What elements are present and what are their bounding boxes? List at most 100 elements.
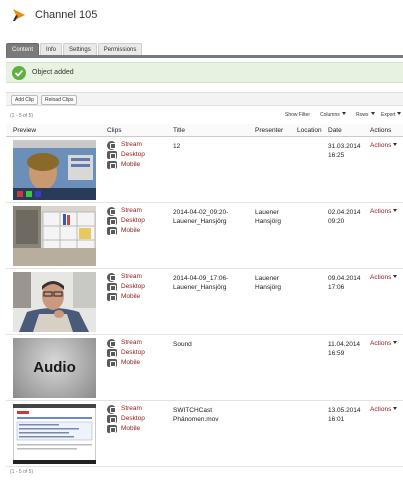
success-notice: Object added — [6, 62, 403, 83]
actions-menu[interactable]: Actions — [370, 406, 398, 413]
rows-label: Rows — [356, 112, 369, 118]
notice-message: Object added — [32, 69, 74, 76]
chevron-down-icon — [370, 112, 375, 115]
result-count-top: (1 - 5 of 5) — [10, 113, 34, 119]
desktop-icon — [107, 151, 117, 159]
presenter-line: Lauener — [255, 209, 279, 216]
stream-link[interactable]: Stream — [107, 404, 145, 414]
desktop-link[interactable]: Desktop — [107, 414, 145, 424]
title-line: Sound — [173, 341, 192, 348]
table-row: Stream Desktop Mobile 12 31.03.2014 16:25… — [6, 137, 403, 203]
mobile-link[interactable]: Mobile — [107, 226, 145, 236]
title-line: SWITCHCast — [173, 407, 212, 414]
date-line: 31.03.2014 — [328, 143, 361, 150]
desktop-icon — [107, 349, 117, 357]
desktop-label: Desktop — [121, 217, 145, 224]
stream-link[interactable]: Stream — [107, 338, 145, 348]
column-presenter[interactable]: Presenter — [255, 127, 283, 134]
stream-icon — [107, 141, 116, 150]
date-line: 13.05.2014 — [328, 407, 361, 414]
desktop-link[interactable]: Desktop — [107, 216, 145, 226]
person-thumbnail[interactable] — [13, 272, 96, 332]
clip-presenter: Lauener Hansjörg — [255, 274, 281, 292]
mobile-link[interactable]: Mobile — [107, 424, 145, 434]
mobile-link[interactable]: Mobile — [107, 160, 145, 170]
actions-label: Actions — [370, 406, 392, 413]
add-clip-button[interactable]: Add Clip — [11, 95, 38, 105]
actions-label: Actions — [370, 274, 392, 281]
mobile-icon — [107, 359, 117, 367]
column-clips[interactable]: Clips — [107, 127, 121, 134]
stream-label: Stream — [121, 207, 142, 214]
columns-menu[interactable]: Columns — [320, 112, 346, 118]
chevron-down-icon — [393, 209, 398, 212]
stream-link[interactable]: Stream — [107, 206, 145, 216]
desktop-label: Desktop — [121, 283, 145, 290]
mobile-icon — [107, 161, 117, 169]
landscape-thumbnail[interactable] — [13, 140, 96, 200]
mobile-link[interactable]: Mobile — [107, 292, 145, 302]
stream-icon — [107, 207, 116, 216]
column-title[interactable]: Title — [173, 127, 185, 134]
shelf-room-thumbnail[interactable] — [13, 206, 96, 266]
clip-links: Stream Desktop Mobile — [107, 140, 145, 170]
actions-menu[interactable]: Actions — [370, 208, 398, 215]
actions-label: Actions — [370, 208, 392, 215]
stream-label: Stream — [121, 141, 142, 148]
clip-presenter: Lauener Hansjörg — [255, 208, 281, 226]
column-preview[interactable]: Preview — [13, 127, 36, 134]
title-line: 2014-04-09_17:06- — [173, 275, 229, 282]
table-row: Stream Desktop Mobile 2014-04-09_17:06- L… — [6, 269, 403, 335]
stream-link[interactable]: Stream — [107, 272, 145, 282]
desktop-icon — [107, 217, 117, 225]
table-row: Stream Desktop Mobile SWITCHCast Phänomen… — [6, 401, 403, 467]
columns-label: Columns — [320, 112, 340, 118]
table-header: Preview Clips Title Presenter Location D… — [6, 124, 403, 137]
mobile-label: Mobile — [121, 227, 141, 234]
actions-menu[interactable]: Actions — [370, 274, 398, 281]
rows-menu[interactable]: Rows — [356, 112, 375, 118]
desktop-icon — [107, 415, 117, 423]
desktop-link[interactable]: Desktop — [107, 150, 145, 160]
stream-icon — [107, 339, 116, 348]
column-date[interactable]: Date — [328, 127, 342, 134]
screenshot-thumbnail[interactable] — [13, 404, 96, 464]
audio-thumbnail[interactable]: Audio — [13, 338, 96, 398]
clip-title: Sound — [173, 340, 192, 349]
title-line-2: Lauener_Hansjörg — [173, 284, 227, 291]
mobile-link[interactable]: Mobile — [107, 358, 145, 368]
reload-clips-button[interactable]: Reload Clips — [41, 95, 78, 105]
presenter-line: Lauener — [255, 275, 279, 282]
title-line: 12 — [173, 143, 181, 150]
export-menu[interactable]: Export — [381, 112, 402, 118]
page-title: Channel 105 — [35, 9, 98, 21]
export-label: Export — [381, 112, 396, 118]
clip-links: Stream Desktop Mobile — [107, 404, 145, 434]
stream-link[interactable]: Stream — [107, 140, 145, 150]
presenter-line-2: Hansjörg — [255, 284, 282, 291]
actions-label: Actions — [370, 340, 392, 347]
desktop-label: Desktop — [121, 151, 145, 158]
chevron-down-icon — [393, 341, 398, 344]
column-actions[interactable]: Actions — [370, 127, 391, 134]
chevron-down-icon — [397, 112, 402, 115]
clip-title: 2014-04-02_09:20- Lauener_Hansjörg — [173, 208, 228, 226]
clip-date: 09.04.2014 17:06 — [328, 274, 361, 292]
actions-menu[interactable]: Actions — [370, 142, 398, 149]
clip-date: 11.04.2014 16:59 — [328, 340, 360, 358]
chevron-down-icon — [393, 407, 398, 410]
clip-date: 02.04.2014 09:20 — [328, 208, 361, 226]
desktop-link[interactable]: Desktop — [107, 282, 145, 292]
desktop-link[interactable]: Desktop — [107, 348, 145, 358]
check-icon — [12, 66, 26, 80]
column-location[interactable]: Location — [297, 127, 322, 134]
result-count-bottom: (1 - 5 of 5) — [10, 469, 34, 475]
actions-menu[interactable]: Actions — [370, 340, 398, 347]
mobile-label: Mobile — [121, 425, 141, 432]
clip-links: Stream Desktop Mobile — [107, 206, 145, 236]
clip-date: 31.03.2014 16:25 — [328, 142, 361, 160]
presenter-line-2: Hansjörg — [255, 218, 282, 225]
show-filter-link[interactable]: Show Filter — [285, 112, 310, 118]
time-line: 09:20 — [328, 218, 345, 225]
clip-title: 12 — [173, 142, 180, 151]
